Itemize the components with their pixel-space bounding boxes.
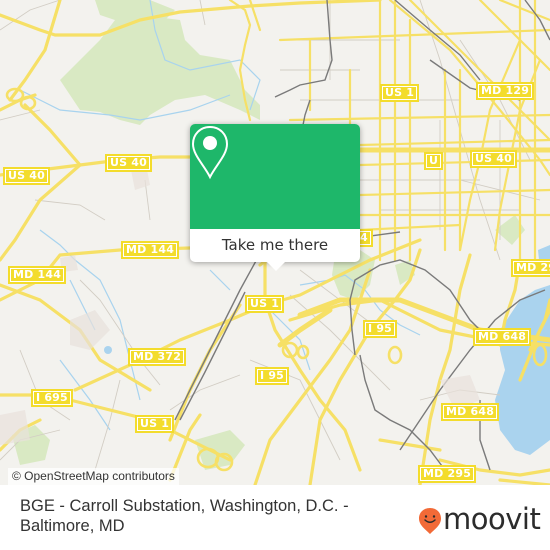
popup-header [190, 124, 360, 229]
route-shield-us1-north: US 1 [380, 84, 420, 102]
route-shield-us40-west: US 40 [3, 167, 50, 185]
route-shield-us40-east: US 40 [470, 150, 517, 168]
location-popup: Take me there [190, 124, 360, 271]
moovit-logo[interactable]: moovit [418, 502, 541, 540]
take-me-there-button[interactable]: Take me there [190, 229, 360, 262]
route-shield-us40-center: US 40 [105, 154, 152, 172]
moovit-pin-icon [419, 508, 441, 534]
popup-pointer [266, 261, 286, 271]
route-shield-md144-center: MD 144 [121, 241, 180, 259]
route-shield-md648-north: MD 648 [473, 328, 532, 346]
route-shield-us1-center: US 1 [245, 295, 285, 313]
map-view[interactable]: US 40 US 40 US 40 U US 1 US 1 US 1 MD 12… [0, 0, 550, 485]
route-shield-us1-south: US 1 [135, 415, 175, 433]
route-shield-md129: MD 129 [476, 82, 535, 100]
route-shield-md295-north: MD 295 [511, 259, 550, 277]
route-shield-us40-partial: U [424, 152, 444, 170]
route-shield-md372: MD 372 [128, 348, 187, 366]
location-pin-icon [191, 125, 229, 180]
route-shield-i695: I 695 [31, 389, 73, 407]
route-shield-md295-south: MD 295 [418, 465, 477, 483]
route-shield-md648-south: MD 648 [441, 403, 500, 421]
route-shield-i95-center: I 95 [255, 367, 290, 385]
route-shield-i95-east: I 95 [363, 320, 398, 338]
route-shield-md144-west: MD 144 [8, 266, 67, 284]
place-title: BGE - Carroll Substation, Washington, D.… [20, 497, 349, 535]
map-attribution[interactable]: © OpenStreetMap contributors [8, 468, 179, 485]
logo-wordmark: moovit [443, 502, 541, 536]
